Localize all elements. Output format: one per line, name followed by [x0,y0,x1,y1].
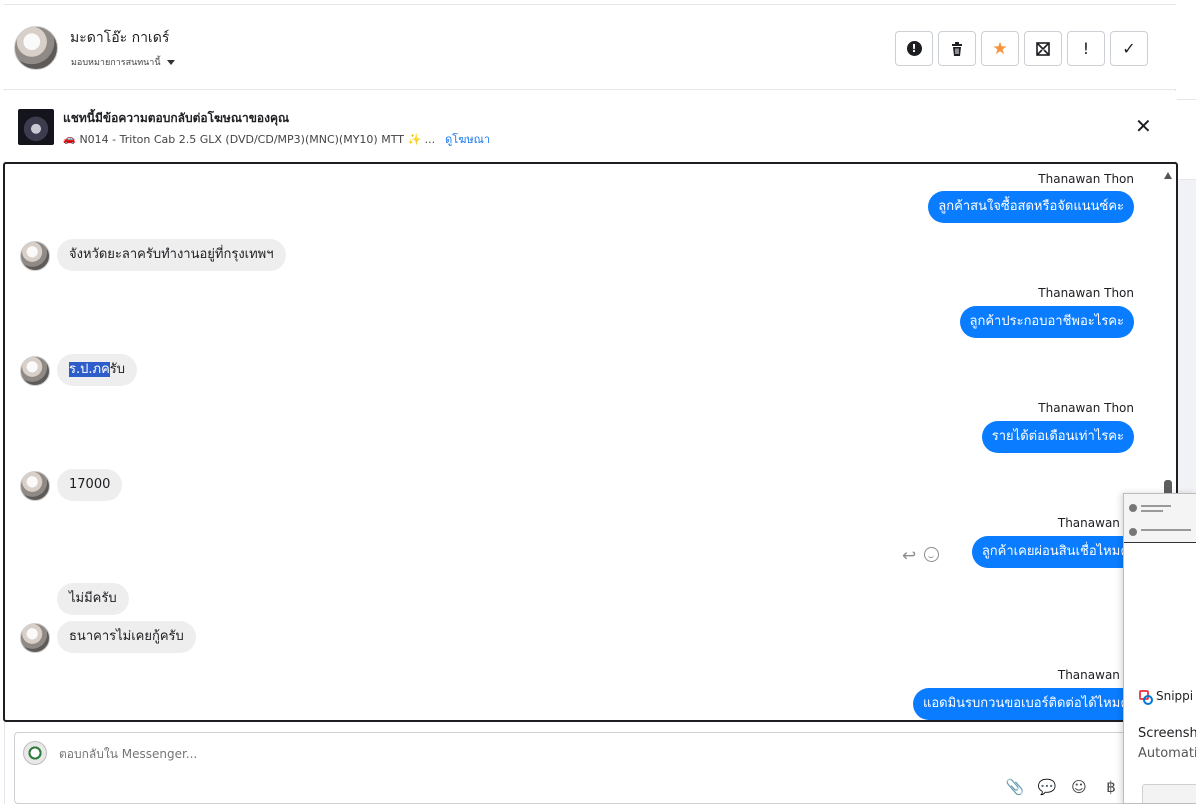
reply-icon[interactable]: ↩ [902,546,916,566]
contact-name[interactable]: มะดาโอ๊ะ กาเดร์ [70,27,169,49]
screenshot-thumbnail[interactable] [1124,494,1196,674]
trash-icon [952,41,962,56]
done-button[interactable]: ✓ [1110,31,1148,66]
composer-toolbar: 📎 💬 ☺ ฿ [1005,777,1121,797]
scroll-up-arrow-icon[interactable] [1164,172,1172,179]
react-emoji-icon[interactable] [924,547,939,562]
snip-app-name: Snippi [1156,689,1194,703]
message-bubble-outgoing[interactable]: ลูกค้าประกอบอาชีพอะไรคะ [959,306,1134,338]
snip-description: Automati [1138,746,1196,761]
follow-up-button[interactable]: ! [1067,31,1105,66]
envelope-icon [1036,41,1050,56]
assign-label: มอบหมายการสนทนานี้ [71,58,161,68]
ad-thumbnail [18,109,54,145]
car-icon: 🚗 [63,133,76,145]
snip-action-button[interactable] [1142,784,1196,803]
attach-icon[interactable]: 📎 [1005,777,1025,797]
star-icon: ★ [992,38,1008,59]
message-bubble-outgoing[interactable]: รายได้ต่อเดือนเท่าไรคะ [981,421,1134,453]
page-avatar [23,741,47,765]
ad-product-text: N014 - Triton Cab 2.5 GLX (DVD/CD/MP3)(M… [79,132,436,146]
message-bubble-outgoing[interactable]: ลูกค้าเคยผ่อนสินเชื่อไหมคะ [971,536,1146,568]
message-bubble-outgoing[interactable]: แอดมินรบกวนขอเบอร์ติดต่อได้ไหมคะ [912,688,1146,720]
message-bubble-incoming[interactable]: จังหวัดยะลาครับทำงานอยู่ที่กรุงเทพฯ [57,239,286,271]
check-icon: ✓ [1122,39,1136,58]
message-bubble-outgoing[interactable]: ลูกค้าสนใจซื้อสดหรือจัดแนนซ์คะ [928,191,1134,223]
emoji-picker-icon[interactable]: ☺ [1069,777,1089,797]
message-text: รับ [109,362,125,377]
messenger-inbox: มะดาโอ๊ะ กาเดร์ มอบหมายการสนทนานี้ ! ★ !… [0,0,1196,804]
snipping-tool-notification[interactable]: Snippi Screensho Automati [1123,493,1196,804]
ad-banner-title: แชทนี้มีข้อความตอบกลับต่อโฆษณาของคุณ [63,111,290,125]
close-icon[interactable]: ✕ [1135,116,1152,136]
caret-down-icon [166,59,175,65]
contact-avatar[interactable] [14,26,58,70]
message-bubble-incoming[interactable]: 17000 [57,469,123,501]
assign-conversation-dropdown[interactable]: มอบหมายการสนทนานี้ [71,55,175,69]
snip-app-row: Snippi [1138,689,1194,705]
spam-button[interactable]: ! [895,31,933,66]
delete-button[interactable] [938,31,976,66]
message-thread[interactable]: Thanawan Thon ลูกค้าสนใจซื้อสดหรือจัดแนน… [3,162,1178,722]
mark-unread-button[interactable] [1024,31,1062,66]
message-sender: Thanawan Thon [1038,172,1134,186]
conversation-header: มะดาโอ๊ะ กาเดร์ มอบหมายการสนทนานี้ ! ★ !… [4,4,1176,90]
snip-title: Screensho [1138,726,1196,741]
exclamation-circle-icon: ! [906,41,922,56]
message-bubble-incoming[interactable]: ไม่มีครับ [57,583,129,615]
contact-avatar [20,356,50,386]
ad-banner-subtitle: 🚗 N014 - Triton Cab 2.5 GLX (DVD/CD/MP3)… [63,130,490,148]
star-button[interactable]: ★ [981,31,1019,66]
message-sender: Thanawan Thon [1038,401,1134,415]
saved-reply-icon[interactable]: 💬 [1037,777,1057,797]
message-bubble-incoming[interactable]: ธนาคารไม่เคยกู้ครับ [57,621,196,653]
contact-avatar [20,623,50,653]
selected-text: ร.ป.ภค [69,362,110,377]
reply-composer: 📎 💬 ☺ ฿ [14,732,1144,804]
message-bubble-incoming[interactable]: ร.ป.ภครับ [57,354,137,386]
exclamation-icon: ! [1082,39,1090,58]
contact-avatar [20,471,50,501]
message-sender: Thanawan Thon [1038,286,1134,300]
contact-avatar [20,241,50,271]
payment-icon[interactable]: ฿ [1101,777,1121,797]
snipping-tool-logo-icon [1138,689,1153,705]
view-ad-link[interactable]: ดูโฆษณา [445,130,490,148]
header-actions: ! ★ ! ✓ [895,31,1148,66]
reply-input[interactable] [59,747,659,761]
ad-reply-banner: แชทนี้มีข้อความตอบกลับต่อโฆษณาของคุณ 🚗 N… [4,91,1176,161]
